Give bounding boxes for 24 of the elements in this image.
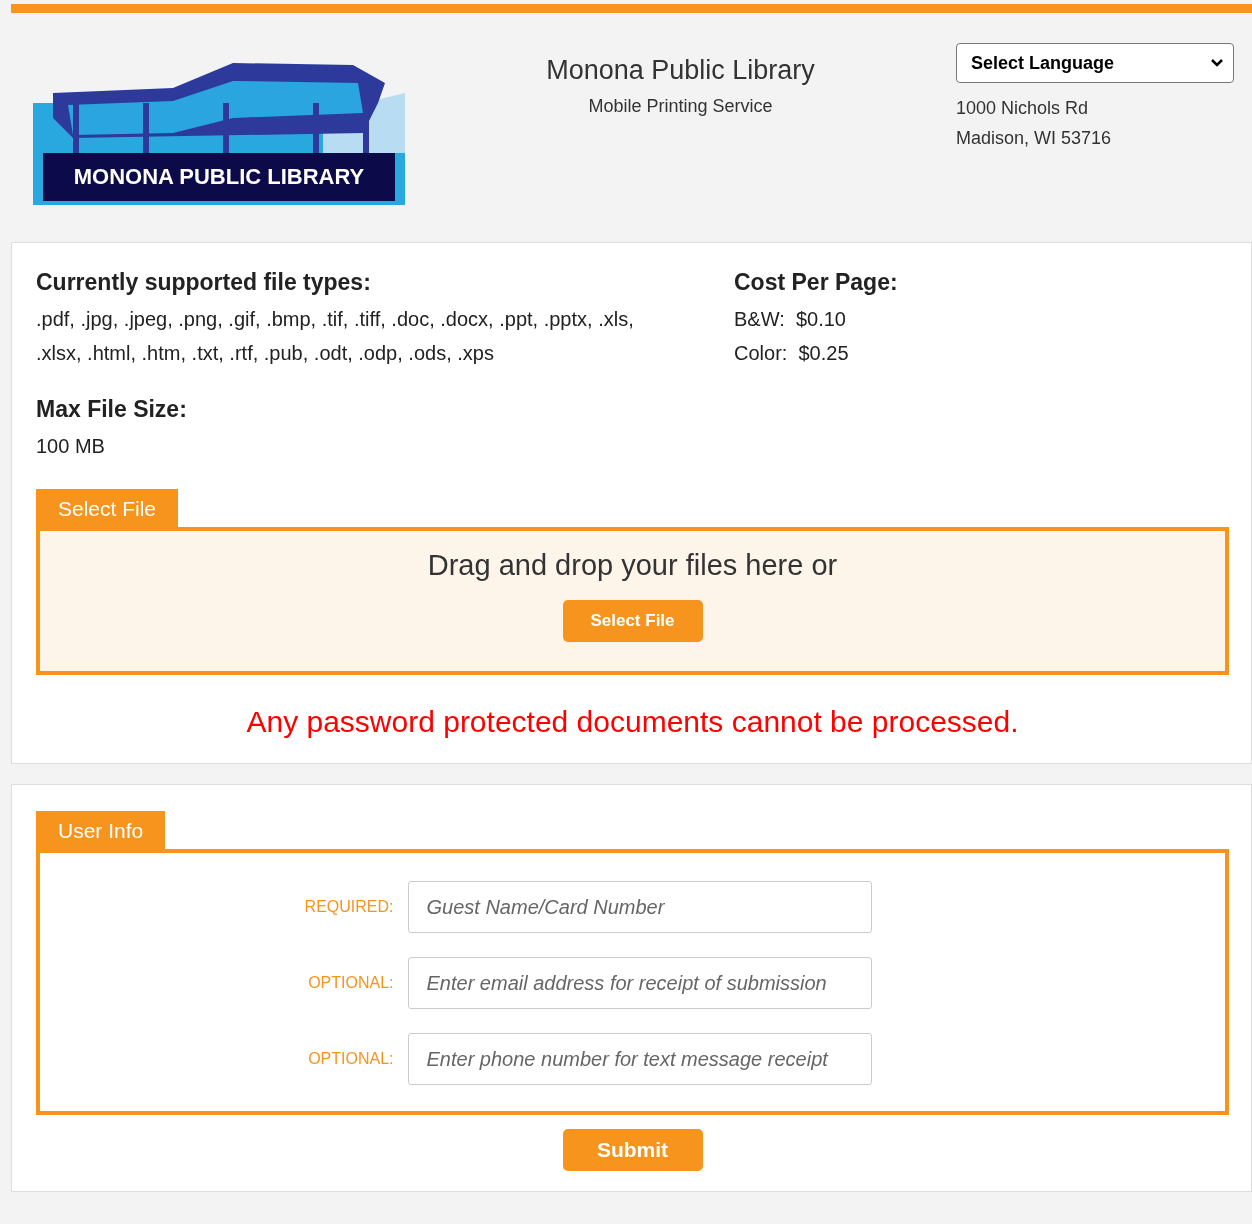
field-label: OPTIONAL:: [307, 1050, 394, 1068]
logo-text: MONONA PUBLIC LIBRARY: [43, 153, 395, 201]
section-heading: Currently supported file types:: [36, 269, 372, 296]
library-title: Monona Public Library: [546, 55, 815, 86]
cost-text: B&W: $0.10: [734, 307, 847, 332]
section-heading: Cost Per Page:: [734, 269, 898, 296]
language-select[interactable]: Select Language: [956, 43, 1234, 83]
password-warning: Any password protected documents cannot be processed.: [245, 705, 1020, 739]
section-heading: Max File Size:: [36, 396, 188, 423]
address-line: Madison, WI 53716: [956, 127, 1113, 150]
chevron-down-icon: [1211, 59, 1223, 67]
input-field[interactable]: Enter email address for receipt of submission: [407, 957, 872, 1009]
cost-text: Color: $0.25: [734, 341, 850, 366]
input-field[interactable]: Guest Name/Card Number: [407, 881, 872, 933]
file-types-text: .pdf, .jpg, .jpeg, .png, .gif, .bmp, .tif, .tiff, .doc, .docx, .ppt, .pptx, .xls, .xlsx, .html, .htm, .txt, .rtf, .pub, .odt, .odp, .ods, .xps: [36, 307, 635, 366]
input-field[interactable]: Enter phone number for text message receipt: [407, 1033, 872, 1085]
library-subtitle: Mobile Printing Service: [588, 96, 773, 117]
select-file-button[interactable]: Select File: [562, 600, 703, 642]
field-label: OPTIONAL:: [307, 974, 394, 992]
address-line: 1000 Nichols Rd: [956, 97, 1090, 120]
max-size-text: 100 MB: [36, 434, 106, 459]
submit-button[interactable]: Submit: [562, 1129, 703, 1171]
drop-text: Drag and drop your files here or: [427, 549, 838, 582]
field-label: REQUIRED:: [303, 898, 394, 916]
